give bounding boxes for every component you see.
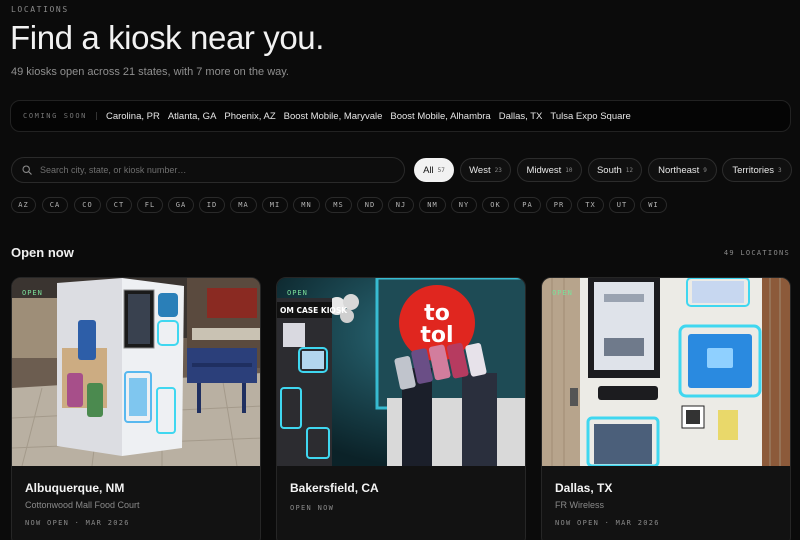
- photo-sign-bottom: tol: [420, 323, 453, 348]
- region-count: 12: [625, 166, 634, 174]
- card-city: Bakersfield, CA: [290, 481, 379, 495]
- state-filter-ca[interactable]: CA: [42, 197, 68, 213]
- coming-soon-item: Atlanta, GA: [167, 110, 217, 122]
- state-filter-nd[interactable]: ND: [357, 197, 383, 213]
- kiosk-photo: [12, 278, 260, 466]
- kiosk-photo: to tol OM CASE KIOSK: [277, 278, 525, 466]
- card-venue: Cottonwood Mall Food Court: [25, 500, 140, 510]
- region-filter-territories[interactable]: Territories 3: [722, 158, 792, 182]
- state-filter-ma[interactable]: MA: [230, 197, 257, 213]
- search-box[interactable]: [11, 157, 405, 183]
- card-status: OPEN NOW: [290, 504, 335, 512]
- coming-soon-item: Tulsa Expo Square: [550, 110, 631, 122]
- region-count: 9: [703, 166, 707, 174]
- card-status: NOW OPEN · MAR 2026: [555, 519, 660, 527]
- region-count: 3: [778, 166, 782, 174]
- photo-kiosk-sign: OM CASE KIOSK: [280, 306, 348, 315]
- open-now-heading: Open now: [11, 245, 74, 260]
- coming-soon-item: Phoenix, AZ: [224, 110, 276, 122]
- open-badge: OPEN: [22, 289, 43, 297]
- search-icon: [22, 165, 32, 175]
- state-filter-tx[interactable]: TX: [577, 197, 604, 213]
- region-label: All: [423, 164, 434, 176]
- card-venue: FR Wireless: [555, 500, 604, 510]
- region-filter-northeast[interactable]: Northeast 9: [648, 158, 717, 182]
- region-filter-south[interactable]: South 12: [588, 158, 642, 182]
- state-filter-wi[interactable]: WI: [640, 197, 667, 213]
- region-count: 23: [494, 166, 502, 174]
- state-filter-ct[interactable]: CT: [106, 197, 132, 213]
- card-city: Albuquerque, NM: [25, 481, 125, 495]
- coming-soon-item: Boost Mobile, Alhambra: [390, 110, 491, 122]
- region-count: 10: [565, 166, 573, 174]
- state-filter-fl[interactable]: FL: [137, 197, 163, 213]
- coming-soon-item: Boost Mobile, Maryvale: [283, 110, 383, 122]
- state-filter-ga[interactable]: GA: [168, 197, 194, 213]
- card-status: NOW OPEN · MAR 2026: [25, 519, 130, 527]
- region-filter-west[interactable]: West 23: [460, 158, 511, 182]
- state-filter-ny[interactable]: NY: [451, 197, 477, 213]
- state-filter-id[interactable]: ID: [199, 197, 225, 213]
- state-filter-co[interactable]: CO: [74, 197, 101, 213]
- open-badge: OPEN: [287, 289, 308, 297]
- state-filter-pa[interactable]: PA: [514, 197, 541, 213]
- coming-soon-label: COMING SOON: [23, 112, 97, 120]
- state-filter-mn[interactable]: MN: [293, 197, 320, 213]
- region-label: South: [596, 164, 622, 176]
- state-filter-nm[interactable]: NM: [419, 197, 446, 213]
- page-eyebrow: LOCATIONS: [11, 5, 69, 14]
- region-filter-all[interactable]: All 57: [414, 158, 454, 182]
- region-label: West: [469, 164, 491, 176]
- region-count: 57: [437, 166, 445, 174]
- state-filter-ms[interactable]: MS: [325, 197, 352, 213]
- kiosk-photo: [542, 278, 790, 466]
- location-count: 49 LOCATIONS: [723, 249, 790, 257]
- state-filter-ok[interactable]: OK: [482, 197, 509, 213]
- card-city: Dallas, TX: [555, 481, 613, 495]
- open-badge: OPEN: [552, 289, 573, 297]
- state-filter-nj[interactable]: NJ: [388, 197, 414, 213]
- state-filter-ut[interactable]: UT: [609, 197, 635, 213]
- state-filter-pr[interactable]: PR: [546, 197, 572, 213]
- location-card-bakersfield[interactable]: to tol OM CASE KIOSK OPEN Bakersfield, C…: [276, 277, 526, 540]
- region-filter-midwest[interactable]: Midwest 10: [517, 158, 582, 182]
- coming-soon-bar: COMING SOON Carolina, PR Atlanta, GA Pho…: [10, 100, 791, 132]
- region-label: Midwest: [526, 164, 562, 176]
- state-filter-mi[interactable]: MI: [262, 197, 288, 213]
- coming-soon-item: Carolina, PR: [105, 110, 160, 122]
- state-filter-az[interactable]: AZ: [11, 197, 36, 213]
- search-input[interactable]: [40, 165, 380, 175]
- region-label: Northeast: [658, 164, 700, 176]
- page-title: Find a kiosk near you.: [10, 19, 325, 56]
- page-subtitle: 49 kiosks open across 21 states, with 7 …: [11, 66, 289, 78]
- location-card-albuquerque[interactable]: OPEN Albuquerque, NM Cottonwood Mall Foo…: [11, 277, 261, 540]
- region-label: Territories: [732, 164, 775, 176]
- location-card-dallas[interactable]: OPEN Dallas, TX FR Wireless NOW OPEN · M…: [541, 277, 791, 540]
- coming-soon-item: Dallas, TX: [498, 110, 543, 122]
